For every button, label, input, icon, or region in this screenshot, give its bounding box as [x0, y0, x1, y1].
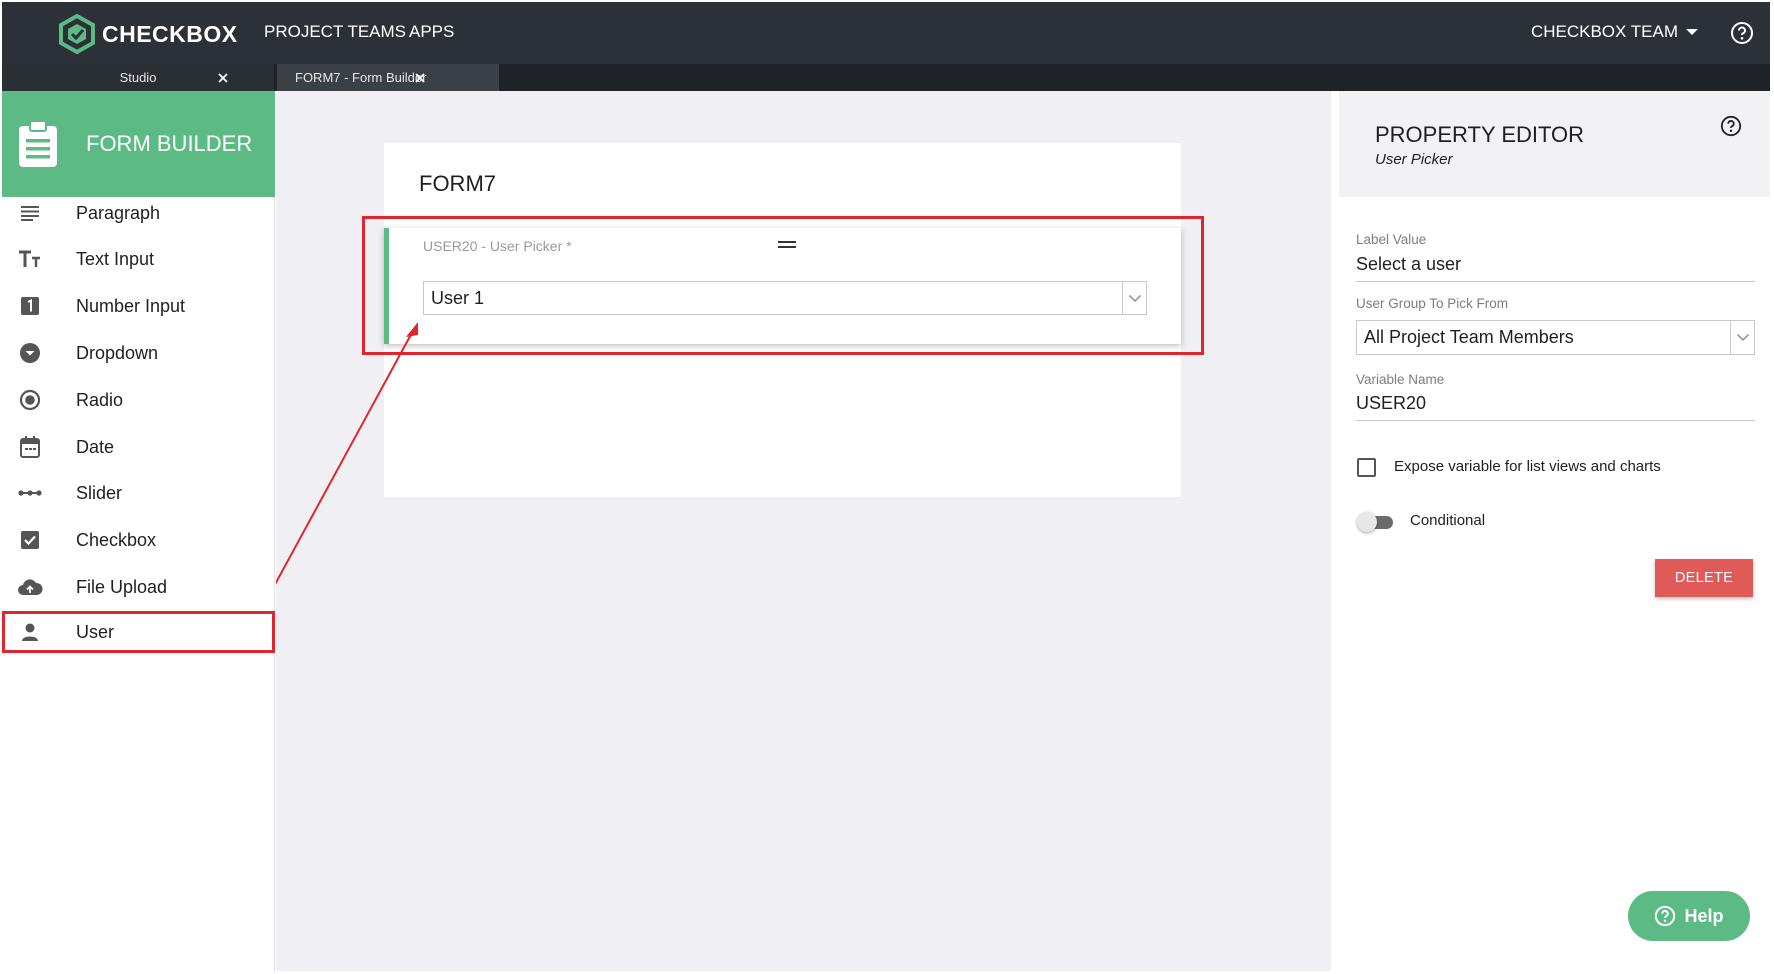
tab-studio[interactable]: Studio — [2, 64, 274, 91]
user-picker-field[interactable]: USER20 - User Picker * User 1 — [384, 228, 1181, 344]
checkbox-icon — [16, 526, 44, 554]
team-menu-label: CHECKBOX TEAM — [1530, 22, 1678, 41]
number-input-icon — [16, 292, 44, 320]
calendar-icon — [16, 433, 44, 461]
toggle-knob — [1357, 512, 1377, 532]
property-editor-title: PROPERTY EDITOR — [1375, 122, 1585, 147]
sidebar-item-label: Number Input — [76, 295, 186, 316]
sidebar-item-label: Text Input — [76, 248, 155, 269]
brand-name: CHECKBOX — [102, 20, 238, 47]
app-window: CHECKBOX PROJECT TEAMS APPS CHECKBOX TEA… — [0, 0, 1774, 974]
conditional-toggle[interactable] — [1357, 512, 1395, 532]
user-icon — [16, 618, 44, 646]
close-icon[interactable] — [413, 71, 427, 85]
nav-project-teams[interactable]: PROJECT TEAMS — [264, 22, 406, 42]
chevron-down-icon[interactable] — [1122, 282, 1146, 314]
sidebar-item-radio[interactable]: Radio — [2, 379, 275, 421]
sidebar-item-label: Date — [76, 436, 115, 457]
sidebar-item-slider[interactable]: Slider — [2, 472, 275, 514]
chevron-down-icon[interactable] — [1730, 321, 1754, 354]
brand-logo[interactable]: CHECKBOX — [58, 14, 238, 54]
component-sidebar: FORM BUILDER Paragraph Text Input Number… — [2, 91, 275, 971]
top-navigation-bar: CHECKBOX PROJECT TEAMS APPS CHECKBOX TEA… — [2, 2, 1770, 64]
label-value-input[interactable]: Select a user — [1356, 254, 1461, 275]
sidebar-title: FORM BUILDER — [86, 131, 253, 156]
sidebar-item-label: File Upload — [76, 576, 168, 597]
team-menu[interactable]: CHECKBOX TEAM — [1531, 22, 1698, 42]
drag-handle-icon[interactable] — [778, 241, 796, 251]
divider — [1356, 420, 1755, 421]
property-editor-subtitle: User Picker — [1375, 151, 1453, 168]
dropdown-icon — [16, 339, 44, 367]
tab-form-builder-label: FORM7 - Form Builder — [295, 70, 427, 85]
nav-apps[interactable]: APPS — [409, 22, 454, 42]
sidebar-item-label: Paragraph — [76, 202, 161, 223]
sidebar-item-checkbox[interactable]: Checkbox — [2, 519, 275, 561]
user-group-select[interactable]: All Project Team Members — [1356, 320, 1755, 355]
sidebar-item-label: Slider — [76, 482, 123, 503]
conditional-label: Conditional — [1410, 512, 1486, 529]
sidebar-item-file-upload[interactable]: File Upload — [2, 566, 275, 608]
expose-variable-label: Expose variable for list views and chart… — [1394, 458, 1661, 475]
sidebar-item-label: Radio — [76, 389, 124, 410]
sidebar-item-user[interactable]: User — [2, 611, 275, 653]
user-group-value: All Project Team Members — [1364, 327, 1574, 347]
property-editor-panel: PROPERTY EDITOR User Picker Label Value … — [1339, 91, 1770, 971]
form-canvas: FORM7 USER20 - User Picker * User 1 — [276, 91, 1331, 971]
tab-studio-label: Studio — [119, 70, 157, 85]
property-editor-header: PROPERTY EDITOR User Picker — [1339, 91, 1770, 197]
sidebar-item-label: Dropdown — [76, 342, 159, 363]
form-title: FORM7 — [419, 171, 496, 196]
divider — [1356, 281, 1755, 282]
expose-variable-checkbox[interactable] — [1357, 458, 1376, 477]
help-button[interactable]: Help — [1628, 891, 1750, 941]
variable-name-input[interactable]: USER20 — [1356, 393, 1426, 414]
delete-button[interactable]: DELETE — [1655, 559, 1753, 597]
variable-name-label: Variable Name — [1356, 372, 1445, 387]
sidebar-item-label: Checkbox — [76, 529, 157, 550]
clipboard-icon — [19, 120, 57, 167]
user-group-label: User Group To Pick From — [1356, 296, 1509, 311]
sidebar-item-label: User — [76, 621, 115, 642]
checkbox-logo-icon — [59, 14, 95, 54]
help-icon[interactable] — [1720, 115, 1742, 137]
radio-icon — [16, 386, 44, 414]
user-picker-select[interactable]: User 1 — [423, 281, 1147, 315]
cloud-upload-icon — [16, 573, 44, 601]
sidebar-item-date[interactable]: Date — [2, 426, 275, 468]
sidebar-item-dropdown[interactable]: Dropdown — [2, 332, 275, 374]
tab-bar: Studio FORM7 - Form Builder — [2, 64, 1770, 91]
sidebar-item-text-input[interactable]: Text Input — [2, 238, 275, 280]
help-button-label: Help — [1684, 905, 1724, 926]
slider-icon — [16, 479, 44, 507]
sidebar-item-paragraph[interactable]: Paragraph — [2, 192, 275, 234]
tab-form-builder[interactable]: FORM7 - Form Builder — [277, 64, 499, 91]
label-value-label: Label Value — [1356, 232, 1427, 247]
field-label: USER20 - User Picker * — [423, 238, 572, 254]
user-picker-value: User 1 — [431, 288, 485, 308]
paragraph-icon — [16, 199, 44, 227]
close-icon[interactable] — [216, 71, 230, 85]
sidebar-item-number-input[interactable]: Number Input — [2, 285, 275, 327]
text-input-icon — [16, 245, 44, 273]
help-icon[interactable] — [1730, 21, 1754, 45]
help-icon — [1655, 905, 1676, 927]
sidebar-header: FORM BUILDER — [2, 91, 275, 197]
caret-down-icon — [1686, 29, 1698, 35]
